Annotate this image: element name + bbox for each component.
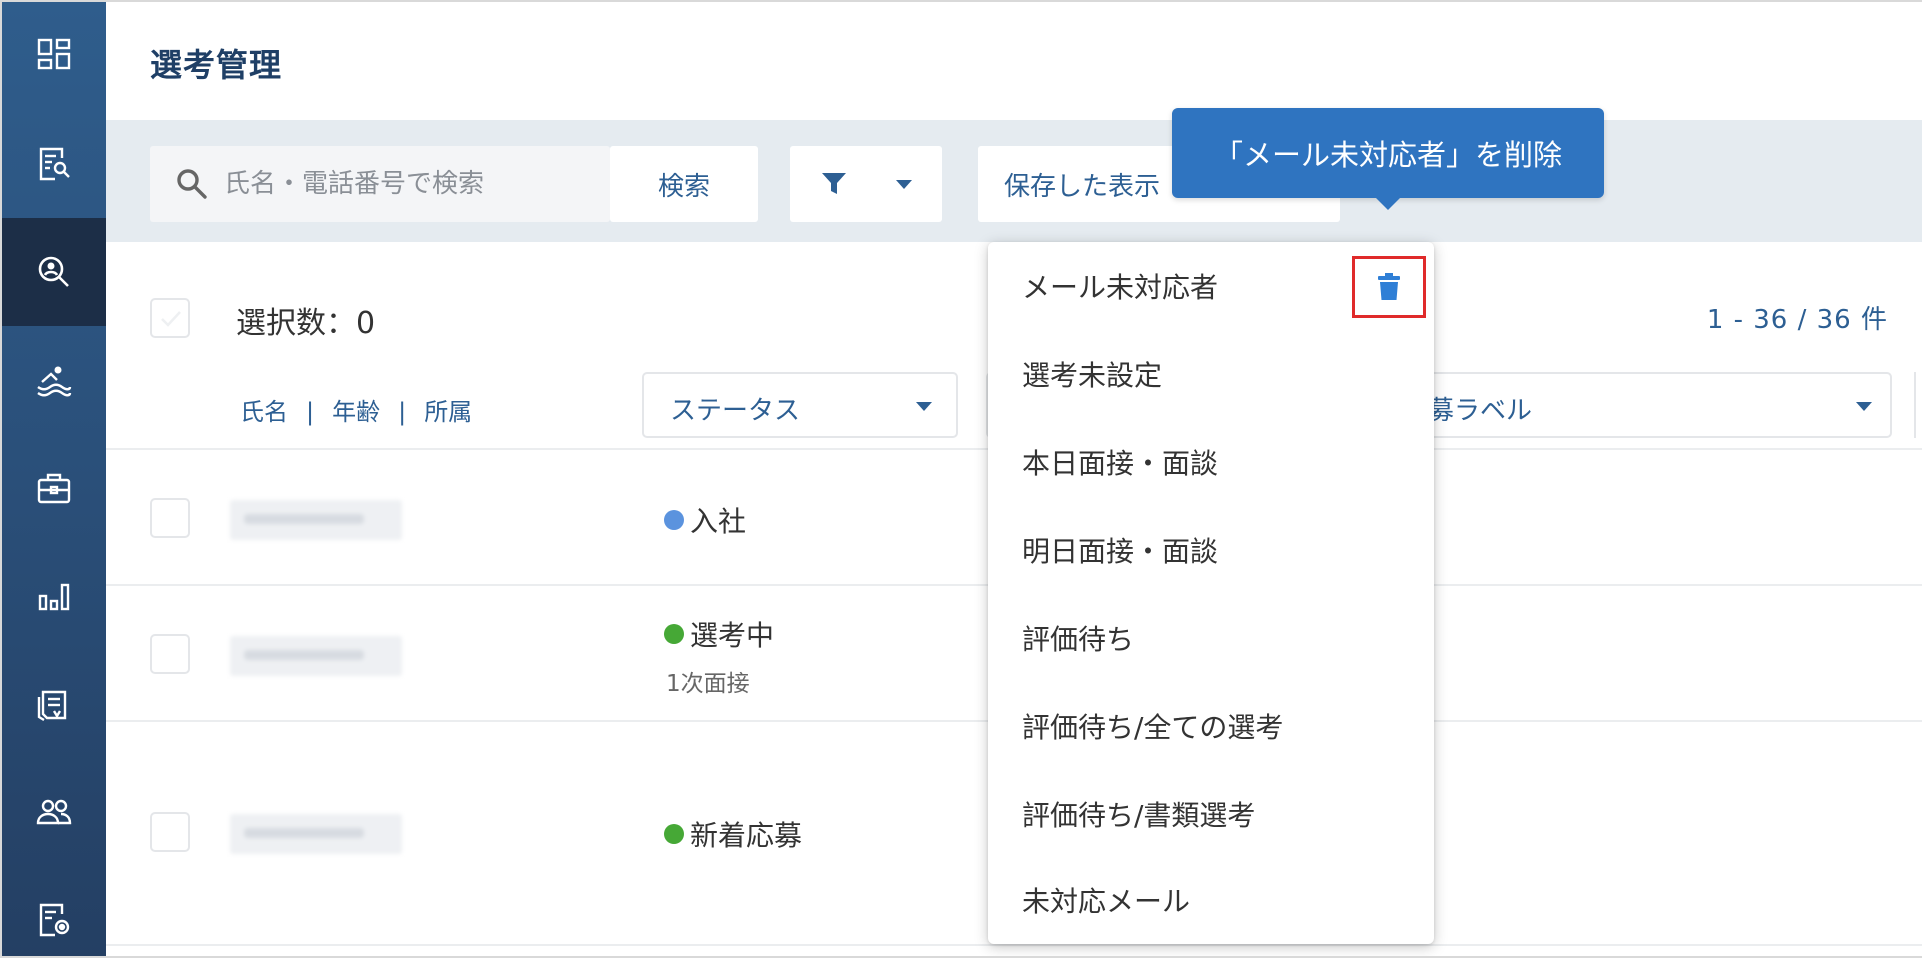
status-filter-select[interactable]: ステータス	[642, 372, 958, 438]
candidate-name-redacted[interactable]	[230, 814, 402, 854]
menu-item[interactable]: 評価待ち/全ての選考	[988, 682, 1434, 770]
delete-view-button[interactable]	[1352, 256, 1426, 318]
row-checkbox[interactable]	[150, 812, 190, 852]
search-input[interactable]	[224, 162, 564, 206]
sort-by-name-link[interactable]: 氏名	[240, 398, 288, 426]
search-icon	[177, 169, 207, 199]
bar-chart-icon	[38, 583, 70, 611]
trash-icon	[1378, 273, 1400, 300]
row-status: 新着応募	[664, 814, 802, 854]
sort-links: 氏名 | 年齢 | 所属	[240, 392, 472, 427]
tooltip-arrow	[1374, 196, 1402, 210]
filter-dropdown-button[interactable]	[790, 146, 942, 222]
chevron-down-icon	[896, 180, 912, 189]
sidebar-item-person-search[interactable]	[2, 218, 106, 326]
menu-item-label: メール未対応者	[1022, 271, 1219, 304]
sort-by-age-link[interactable]: 年齢	[332, 398, 380, 426]
divider	[106, 944, 1922, 946]
swimmer-icon	[37, 366, 72, 397]
separator: |	[398, 398, 407, 426]
menu-item[interactable]: 評価待ち	[988, 594, 1434, 682]
filter-overflow-stub	[1914, 372, 1922, 438]
sidebar-item-document-search[interactable]	[2, 110, 106, 218]
menu-item-mail-unhandled[interactable]: メール未対応者	[988, 242, 1434, 330]
row-checkbox[interactable]	[150, 498, 190, 538]
status-text: 入社	[690, 505, 747, 538]
candidate-name-redacted[interactable]	[230, 500, 402, 540]
sidebar-item-swimmer[interactable]	[2, 326, 106, 434]
pagination-info: 1 - 36 / 36 件	[1706, 305, 1888, 335]
document-settings-icon	[39, 903, 70, 937]
delete-tooltip: 「メール未対応者」を削除	[1172, 108, 1604, 198]
row-substatus: 1次面接	[666, 671, 750, 697]
app-frame: 選考管理 検索 保存した表示 選択数：0 1 - 36 / 36 件 氏名 | 年齢…	[0, 0, 1922, 958]
status-filter-label: ステータス	[670, 396, 801, 426]
sidebar-item-document-settings[interactable]	[2, 866, 106, 956]
status-dot	[664, 624, 684, 644]
menu-item[interactable]: 本日面接・面談	[988, 418, 1434, 506]
menu-item[interactable]: 明日面接・面談	[988, 506, 1434, 594]
separator: |	[306, 398, 315, 426]
search-button[interactable]: 検索	[610, 146, 758, 222]
toolbar: 検索 保存した表示	[106, 120, 1922, 242]
status-dot	[664, 510, 684, 530]
documents-icon	[37, 690, 67, 722]
chevron-down-icon	[916, 402, 932, 411]
selection-count: 選択数：0	[236, 306, 376, 341]
document-search-icon	[39, 147, 70, 181]
label-filter-label: 募ラベル	[1428, 396, 1533, 426]
status-text: 新着応募	[690, 819, 803, 852]
search-box	[150, 146, 610, 222]
menu-item[interactable]: 未対応メール	[988, 856, 1434, 944]
menu-item[interactable]: 選考未設定	[988, 330, 1434, 418]
candidate-name-redacted[interactable]	[230, 636, 402, 676]
sidebar-item-documents[interactable]	[2, 650, 106, 758]
row-status: 入社	[664, 500, 746, 540]
page-title: 選考管理	[150, 46, 283, 84]
menu-item[interactable]: 評価待ち/書類選考	[988, 770, 1434, 858]
briefcase-icon	[37, 473, 71, 504]
sidebar-item-dashboard[interactable]	[2, 2, 106, 110]
row-checkbox[interactable]	[150, 634, 190, 674]
person-search-icon	[38, 256, 69, 287]
sidebar-item-users[interactable]	[2, 758, 106, 866]
select-all-checkbox[interactable]	[150, 298, 190, 338]
filter-icon	[822, 173, 846, 194]
sidebar	[2, 2, 106, 956]
row-status: 選考中	[664, 614, 774, 654]
status-text: 選考中	[690, 619, 775, 652]
saved-view-menu: メール未対応者 選考未設定 本日面接・面談 明日面接・面談 評価待ち 評価待ち/…	[988, 242, 1434, 944]
chevron-down-icon	[1856, 402, 1872, 411]
check-icon	[161, 311, 181, 327]
users-icon	[36, 799, 72, 825]
status-dot	[664, 824, 684, 844]
sidebar-item-reports[interactable]	[2, 542, 106, 650]
dashboard-icon	[37, 38, 71, 70]
sort-by-affiliation-link[interactable]: 所属	[424, 398, 472, 426]
sidebar-item-jobs[interactable]	[2, 434, 106, 542]
